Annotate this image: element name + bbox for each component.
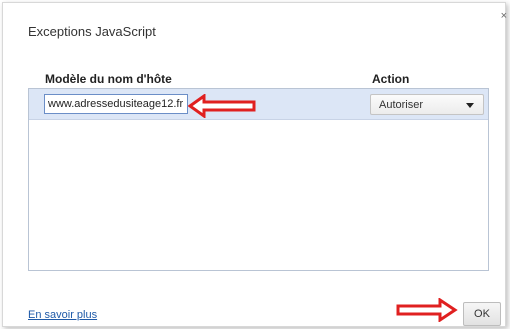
action-column-header: Action — [372, 72, 410, 86]
action-select[interactable]: Autoriser — [370, 94, 484, 115]
action-select-value: Autoriser — [379, 99, 424, 111]
learn-more-link[interactable]: En savoir plus — [28, 309, 97, 321]
exceptions-list: Autoriser — [28, 88, 489, 271]
chevron-down-icon — [466, 103, 474, 108]
javascript-exceptions-dialog: Exceptions JavaScript × Modèle du nom d'… — [2, 2, 507, 327]
red-arrow-icon — [188, 94, 256, 118]
table-row[interactable]: Autoriser — [29, 89, 488, 120]
host-pattern-column-header: Modèle du nom d'hôte — [45, 72, 172, 86]
host-pattern-input[interactable] — [44, 94, 188, 114]
red-arrow-icon — [396, 298, 458, 322]
dialog-title: Exceptions JavaScript — [28, 24, 156, 39]
ok-button[interactable]: OK — [463, 302, 501, 326]
close-icon[interactable]: × — [501, 11, 507, 22]
